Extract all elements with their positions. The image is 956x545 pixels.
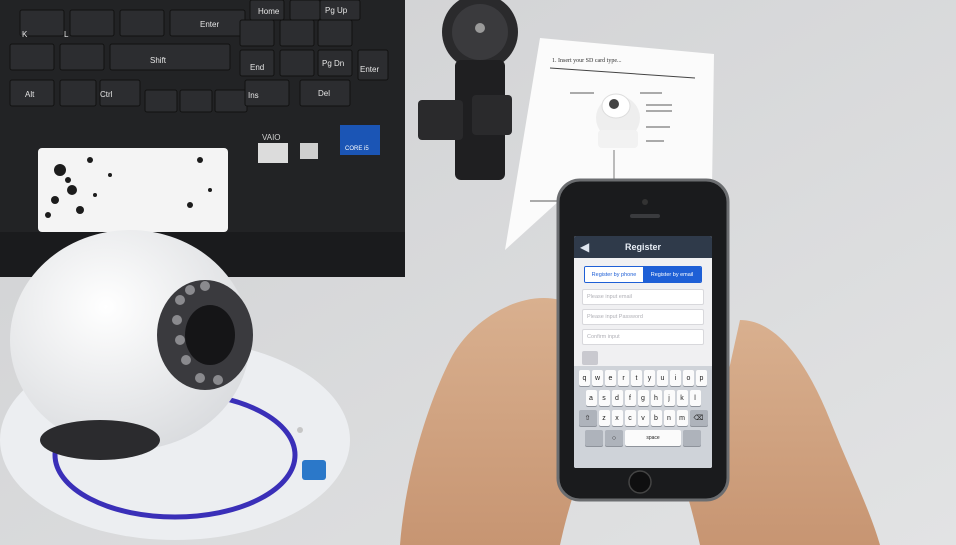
scene-illustration: Home Pg Up Enter Shift Ctrl Alt End Pg D… [0, 0, 956, 545]
svg-text:Enter: Enter [360, 65, 379, 74]
keyboard-row-3: ⇧ z x c v b n m ⌫ [574, 410, 712, 426]
svg-text:End: End [250, 63, 264, 72]
tab-register-by-email[interactable]: Register by email [643, 267, 701, 282]
email-field[interactable]: Please input email [582, 289, 704, 305]
photo-scene: Home Pg Up Enter Shift Ctrl Alt End Pg D… [0, 0, 956, 545]
register-method-tabs: Register by phone Register by email [584, 266, 702, 283]
svg-text:1. Insert your SD card type...: 1. Insert your SD card type... [552, 58, 622, 64]
keyboard-row-1: qwertyuiop [574, 370, 712, 386]
confirm-password-field[interactable]: Confirm input [582, 329, 704, 345]
key-t[interactable]: t [631, 370, 642, 386]
shift-key-icon[interactable]: ⇧ [578, 410, 597, 426]
backspace-key-icon[interactable]: ⌫ [689, 410, 708, 426]
laptop: Home Pg Up Enter Shift Ctrl Alt End Pg D… [0, 0, 405, 277]
keyboard-row-2: asdfghjkl [574, 390, 712, 406]
key-c[interactable]: c [624, 410, 636, 426]
key-p[interactable]: p [696, 370, 707, 386]
keyboard-row-4: ○ space [574, 430, 712, 446]
key-e[interactable]: e [605, 370, 616, 386]
svg-text:Pg Dn: Pg Dn [322, 59, 344, 68]
key-s[interactable]: s [598, 390, 610, 406]
svg-text:L: L [64, 30, 69, 39]
svg-text:Ins: Ins [248, 91, 259, 100]
password-field[interactable]: Please input Password [582, 309, 704, 325]
key-f[interactable]: f [624, 390, 636, 406]
on-screen-keyboard: qwertyuiop asdfghjkl ⇧ z x c v b n m ⌫ ○ space [574, 366, 712, 468]
svg-text:Shift: Shift [150, 56, 167, 65]
key-g[interactable]: g [637, 390, 649, 406]
globe-key-icon[interactable]: ○ [605, 430, 623, 446]
tab-register-by-phone[interactable]: Register by phone [585, 267, 643, 282]
key-u[interactable]: u [657, 370, 668, 386]
key-v[interactable]: v [637, 410, 649, 426]
svg-text:VAIO: VAIO [262, 133, 281, 142]
key-i[interactable]: i [670, 370, 681, 386]
submit-button[interactable] [582, 351, 598, 365]
key-r[interactable]: r [618, 370, 629, 386]
key-a[interactable]: a [585, 390, 597, 406]
svg-text:Del: Del [318, 89, 330, 98]
key-z[interactable]: z [598, 410, 610, 426]
svg-text:K: K [22, 30, 28, 39]
key-n[interactable]: n [663, 410, 675, 426]
key-l[interactable]: l [689, 390, 701, 406]
svg-text:CORE i5: CORE i5 [345, 146, 369, 152]
svg-text:Home: Home [258, 7, 280, 16]
numbers-key[interactable] [585, 430, 603, 446]
key-w[interactable]: w [592, 370, 603, 386]
key-y[interactable]: y [644, 370, 655, 386]
return-key[interactable] [683, 430, 701, 446]
app-header: ◀ Register [574, 236, 712, 258]
phone-screen: ◀ Register Register by phone Register by… [574, 236, 712, 468]
svg-text:Alt: Alt [25, 90, 35, 99]
svg-text:Pg Up: Pg Up [325, 6, 348, 15]
key-k[interactable]: k [676, 390, 688, 406]
key-j[interactable]: j [663, 390, 675, 406]
key-q[interactable]: q [579, 370, 590, 386]
page-title: Register [624, 242, 661, 252]
key-o[interactable]: o [683, 370, 694, 386]
key-h[interactable]: h [650, 390, 662, 406]
key-b[interactable]: b [650, 410, 662, 426]
svg-text:Ctrl: Ctrl [100, 90, 113, 99]
svg-text:Enter: Enter [200, 20, 219, 29]
key-x[interactable]: x [611, 410, 623, 426]
key-d[interactable]: d [611, 390, 623, 406]
key-m[interactable]: m [676, 410, 688, 426]
space-key[interactable]: space [625, 430, 681, 446]
